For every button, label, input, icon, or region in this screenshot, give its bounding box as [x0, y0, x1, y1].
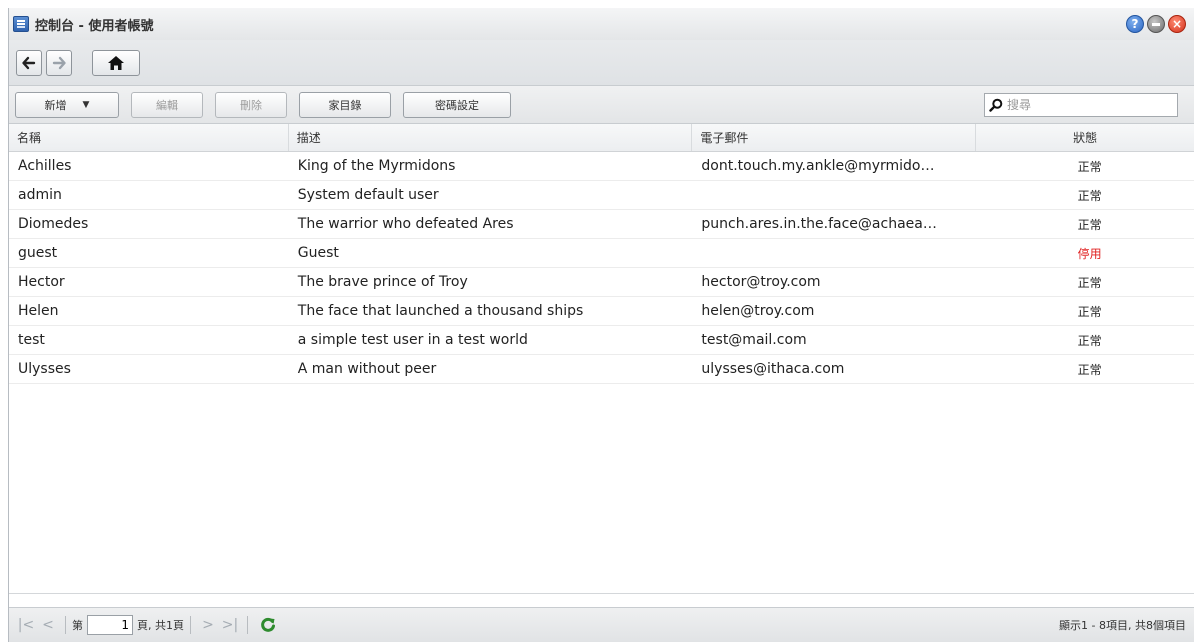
table-row[interactable]: Achilles King of the Myrmidons dont.touc… [9, 152, 1194, 181]
page-prefix: 第 [72, 619, 83, 632]
cell-status: 正常 [1077, 217, 1102, 232]
next-page-button[interactable]: > [197, 617, 219, 633]
cell-email: hector@troy.com [701, 274, 821, 290]
add-label: 新增 [44, 98, 67, 112]
cell-email: ulysses@ithaca.com [701, 361, 845, 377]
control-panel-icon [13, 16, 29, 32]
home-folder-label: 家目錄 [328, 98, 362, 112]
title-bar: 控制台 - 使用者帳號 ? × [9, 8, 1194, 40]
password-settings-label: 密碼設定 [435, 98, 479, 112]
user-table: 名稱 描述 電子郵件 狀態 Achilles King of the Myrmi… [9, 124, 1194, 594]
cell-status-disabled: 停用 [1077, 246, 1102, 261]
table-row[interactable]: test a simple test user in a test world … [9, 326, 1194, 355]
cell-description: The face that launched a thousand ships [297, 303, 584, 319]
home-folder-button[interactable]: 家目錄 [299, 91, 391, 118]
cell-name: admin [18, 187, 62, 203]
paging-toolbar: |< < 第 頁, 共1頁 > >| 顯示1 - 8項目, 共8個項目 [9, 607, 1194, 642]
refresh-icon[interactable] [260, 617, 276, 633]
table-row[interactable]: Hector The brave prince of Troy hector@t… [9, 268, 1194, 297]
cell-description: The brave prince of Troy [297, 274, 468, 290]
cell-description: a simple test user in a test world [297, 332, 528, 348]
table-header: 名稱 描述 電子郵件 狀態 [9, 124, 1194, 152]
cell-status: 正常 [1077, 362, 1102, 377]
forward-button[interactable] [46, 49, 72, 76]
display-info: 顯示1 - 8項目, 共8個項目 [1059, 619, 1186, 632]
delete-button[interactable]: 刪除 [215, 91, 287, 118]
cell-name: Ulysses [18, 361, 71, 377]
column-header-name[interactable]: 名稱 [9, 124, 289, 151]
edit-label: 編輯 [156, 98, 178, 112]
cell-description: Guest [297, 245, 339, 261]
cell-status: 正常 [1077, 275, 1102, 290]
table-row[interactable]: Helen The face that launched a thousand … [9, 297, 1194, 326]
search-icon [989, 98, 1003, 112]
column-header-email[interactable]: 電子郵件 [692, 124, 977, 151]
first-page-button[interactable]: |< [15, 617, 37, 633]
cell-status: 正常 [1077, 188, 1102, 203]
separator [247, 616, 248, 634]
cell-email: dont.touch.my.ankle@myrmido… [701, 158, 935, 174]
navigation-bar [9, 40, 1194, 86]
home-icon [108, 55, 124, 70]
action-toolbar: 新增 ▼ 編輯 刪除 家目錄 密碼設定 [9, 86, 1194, 124]
window-title: 控制台 - 使用者帳號 [35, 18, 154, 34]
last-page-button[interactable]: >| [219, 617, 241, 633]
edit-button[interactable]: 編輯 [131, 91, 203, 118]
cell-description: System default user [297, 187, 439, 203]
separator [65, 616, 66, 634]
prev-page-button[interactable]: < [37, 617, 59, 633]
table-row[interactable]: guest Guest 停用 [9, 239, 1194, 268]
cell-name: test [18, 332, 45, 348]
cell-email: punch.ares.in.the.face@achaea… [701, 216, 937, 232]
help-icon: ? [1131, 17, 1139, 31]
cell-description: The warrior who defeated Ares [297, 216, 514, 232]
minimize-button[interactable] [1147, 15, 1165, 33]
home-button[interactable] [92, 49, 140, 76]
column-header-description[interactable]: 描述 [289, 124, 693, 151]
close-icon: × [1171, 17, 1183, 31]
cell-email: helen@troy.com [701, 303, 815, 319]
cell-name: Diomedes [18, 216, 89, 232]
cell-status: 正常 [1077, 304, 1102, 319]
page-suffix: 頁, 共1頁 [137, 619, 184, 632]
table-row[interactable]: Ulysses A man without peer ulysses@ithac… [9, 355, 1194, 384]
cell-name: Helen [18, 303, 59, 319]
delete-label: 刪除 [240, 98, 262, 112]
table-row[interactable]: Diomedes The warrior who defeated Ares p… [9, 210, 1194, 239]
arrow-right-icon [52, 56, 66, 69]
cell-email: test@mail.com [701, 332, 807, 348]
add-button[interactable]: 新增 ▼ [15, 91, 119, 118]
cell-name: guest [18, 245, 58, 261]
cell-status: 正常 [1077, 159, 1102, 174]
search-input[interactable] [1007, 97, 1167, 112]
cell-description: King of the Myrmidons [297, 158, 456, 174]
search-box[interactable] [984, 92, 1178, 117]
page-number-input[interactable] [87, 615, 133, 635]
cell-description: A man without peer [297, 361, 437, 377]
window-controls: ? × [1126, 15, 1194, 33]
arrow-left-icon [22, 56, 36, 69]
cell-name: Hector [18, 274, 65, 290]
minimize-icon [1152, 22, 1160, 26]
cell-status: 正常 [1077, 333, 1102, 348]
column-header-status[interactable]: 狀態 [976, 124, 1194, 151]
control-panel-window: 控制台 - 使用者帳號 ? × 新增 ▼ 編輯 刪除 家目錄 密碼設定 搜尋 名… [8, 8, 1194, 642]
password-settings-button[interactable]: 密碼設定 [403, 91, 511, 118]
dropdown-caret-icon: ▼ [82, 99, 90, 110]
separator [190, 616, 191, 634]
close-button[interactable]: × [1168, 15, 1186, 33]
back-button[interactable] [16, 49, 42, 76]
help-button[interactable]: ? [1126, 15, 1144, 33]
cell-name: Achilles [18, 158, 72, 174]
table-row[interactable]: admin System default user 正常 [9, 181, 1194, 210]
